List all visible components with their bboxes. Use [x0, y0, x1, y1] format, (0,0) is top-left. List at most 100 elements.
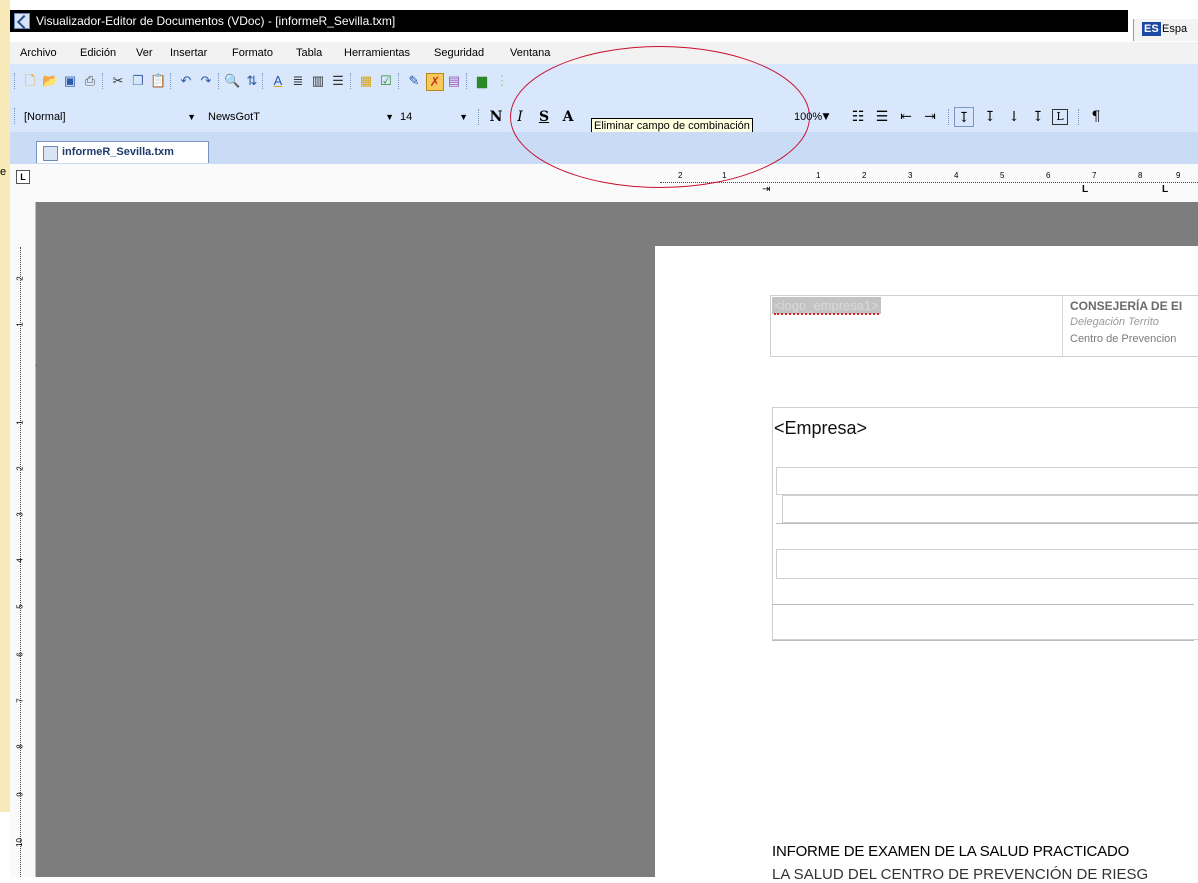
- strike-button[interactable]: S: [534, 107, 554, 127]
- replace-icon[interactable]: ⇅: [244, 73, 260, 89]
- toolbar-separator: [478, 109, 480, 125]
- tab-document[interactable]: informeR_Sevilla.txm: [36, 141, 209, 163]
- left-edge-strip: e: [0, 0, 10, 877]
- indent-marker-icon[interactable]: ⇥: [762, 184, 770, 195]
- document-icon: [43, 146, 58, 161]
- toolbar-separator: [350, 73, 352, 89]
- paste-icon[interactable]: 📋: [150, 73, 166, 89]
- font-select[interactable]: NewsGotT ▼: [208, 108, 394, 126]
- table-row[interactable]: [776, 467, 1198, 495]
- toolbar-separator: [466, 73, 468, 89]
- ruler-label: 2: [15, 466, 25, 471]
- report-title: INFORME DE EXAMEN DE LA SALUD PRACTICADO: [772, 843, 1130, 860]
- tab-box-icon[interactable]: L: [1052, 109, 1068, 125]
- ruler-label: 9: [1176, 171, 1181, 180]
- chevron-down-icon: ▼: [385, 112, 394, 122]
- insert-table-icon[interactable]: ▦: [358, 73, 374, 89]
- numbered-list-icon[interactable]: ☷: [848, 107, 868, 127]
- menu-seguridad[interactable]: Seguridad: [434, 47, 484, 59]
- menu-insertar[interactable]: Insertar: [170, 47, 207, 59]
- tab-left-icon[interactable]: ↧: [954, 107, 974, 127]
- ruler-label: 1: [15, 420, 25, 425]
- vertical-ruler[interactable]: 2 1 1 1 2 3 4 5 6 7 8 9 10 ↓: [10, 202, 39, 877]
- menu-herramientas[interactable]: Herramientas: [344, 47, 410, 59]
- ruler-label: 1: [15, 322, 25, 327]
- menu-tabla[interactable]: Tabla: [296, 47, 322, 59]
- decrease-indent-icon[interactable]: ⇤: [896, 107, 916, 127]
- tab-stop-marker-icon[interactable]: L: [1162, 184, 1168, 195]
- ruler-label: 7: [15, 698, 25, 703]
- ruler-label: 1: [816, 171, 821, 180]
- font-size-select[interactable]: 14 ▼: [400, 108, 468, 126]
- ruler-label: 5: [15, 604, 25, 609]
- toolbar-separator: [398, 73, 400, 89]
- copy-icon[interactable]: ❐: [130, 73, 146, 89]
- menu-ventana[interactable]: Ventana: [510, 47, 550, 59]
- redo-icon[interactable]: ↷: [198, 73, 214, 89]
- font-button[interactable]: A: [558, 107, 578, 127]
- tab-stop-marker-icon[interactable]: L: [1082, 184, 1088, 195]
- organization-line-1: CONSEJERÍA DE EI: [1070, 299, 1183, 313]
- toolbar-separator: [218, 73, 220, 89]
- ruler-label: 1: [722, 171, 727, 180]
- language-indicator[interactable]: ES Espa: [1133, 19, 1198, 41]
- chevron-down-icon[interactable]: ▼: [816, 107, 836, 127]
- increase-indent-icon[interactable]: ⇥: [920, 107, 940, 127]
- toolbar-separator: [170, 73, 172, 89]
- list-icon[interactable]: ☰: [330, 73, 346, 89]
- ruler-label: 10: [14, 838, 24, 847]
- columns-icon[interactable]: ▥: [310, 73, 326, 89]
- company-merge-field[interactable]: <Empresa>: [774, 418, 867, 439]
- edit-field-icon[interactable]: ✎: [406, 73, 422, 89]
- bullet-list-icon[interactable]: ☰: [872, 107, 892, 127]
- table-row[interactable]: [776, 549, 1198, 579]
- open-folder-icon[interactable]: 📂: [42, 73, 58, 89]
- paragraph-mark-button[interactable]: ¶: [1086, 107, 1106, 127]
- style-select[interactable]: [Normal] ▼: [24, 108, 196, 126]
- window-title: Visualizador-Editor de Documentos (VDoc)…: [36, 14, 396, 28]
- left-edge-background: [0, 0, 10, 812]
- toolbar-separator: [262, 73, 264, 89]
- logo-merge-field[interactable]: <logo_empresa1>: [772, 297, 881, 315]
- app-icon: [14, 13, 30, 29]
- italic-button[interactable]: I: [510, 107, 530, 127]
- new-document-icon[interactable]: 🗋: [22, 73, 38, 89]
- green-toggle-icon[interactable]: ⋮: [494, 73, 510, 89]
- green-page-icon[interactable]: ▆: [474, 73, 490, 89]
- horizontal-ruler[interactable]: 2 1 1 2 3 4 5 6 7 8 9 ⇥ L L: [10, 164, 1198, 203]
- ruler-label: 6: [15, 652, 25, 657]
- tab-label: informeR_Sevilla.txm: [62, 146, 174, 158]
- remove-merge-field-icon[interactable]: ✗: [426, 73, 444, 91]
- table-row: [776, 523, 1198, 524]
- merge-data-icon[interactable]: ▤: [446, 73, 462, 89]
- save-icon[interactable]: ▣: [62, 73, 78, 89]
- toolbar-grip: [14, 73, 16, 89]
- style-select-value: [Normal]: [24, 111, 66, 123]
- tab-decimal-icon[interactable]: ↧: [1028, 107, 1048, 127]
- tab-right-icon[interactable]: ↓: [1004, 107, 1024, 127]
- ruler-label: 7: [1092, 171, 1097, 180]
- undo-icon[interactable]: ↶: [178, 73, 194, 89]
- cut-icon[interactable]: ✂: [110, 73, 126, 89]
- language-name: Espa: [1162, 23, 1188, 35]
- print-icon[interactable]: ⎙: [82, 73, 98, 89]
- find-icon[interactable]: 🔍: [224, 73, 240, 89]
- left-edge-glyph: e: [0, 166, 7, 178]
- check-field-icon[interactable]: ☑: [378, 73, 394, 89]
- toolbar-separator: [1078, 109, 1080, 125]
- menu-ver[interactable]: Ver: [136, 47, 153, 59]
- text-format-icon[interactable]: ≣: [290, 73, 306, 89]
- menu-archivo[interactable]: Archivo: [20, 47, 57, 59]
- table-row[interactable]: [782, 495, 1198, 523]
- font-color-icon[interactable]: A: [270, 73, 286, 89]
- menu-bar: Archivo Edición Ver Insertar Formato Tab…: [10, 42, 1198, 64]
- ruler-label: 9: [15, 792, 25, 797]
- menu-formato[interactable]: Formato: [232, 47, 273, 59]
- tab-stop-selector[interactable]: L: [16, 170, 30, 184]
- ruler-label: 6: [1046, 171, 1051, 180]
- bold-button[interactable]: N: [486, 107, 506, 127]
- ruler-label: 2: [15, 276, 25, 281]
- font-size-value: 14: [400, 111, 413, 123]
- menu-edicion[interactable]: Edición: [80, 47, 116, 59]
- tab-center-icon[interactable]: ↧: [980, 107, 1000, 127]
